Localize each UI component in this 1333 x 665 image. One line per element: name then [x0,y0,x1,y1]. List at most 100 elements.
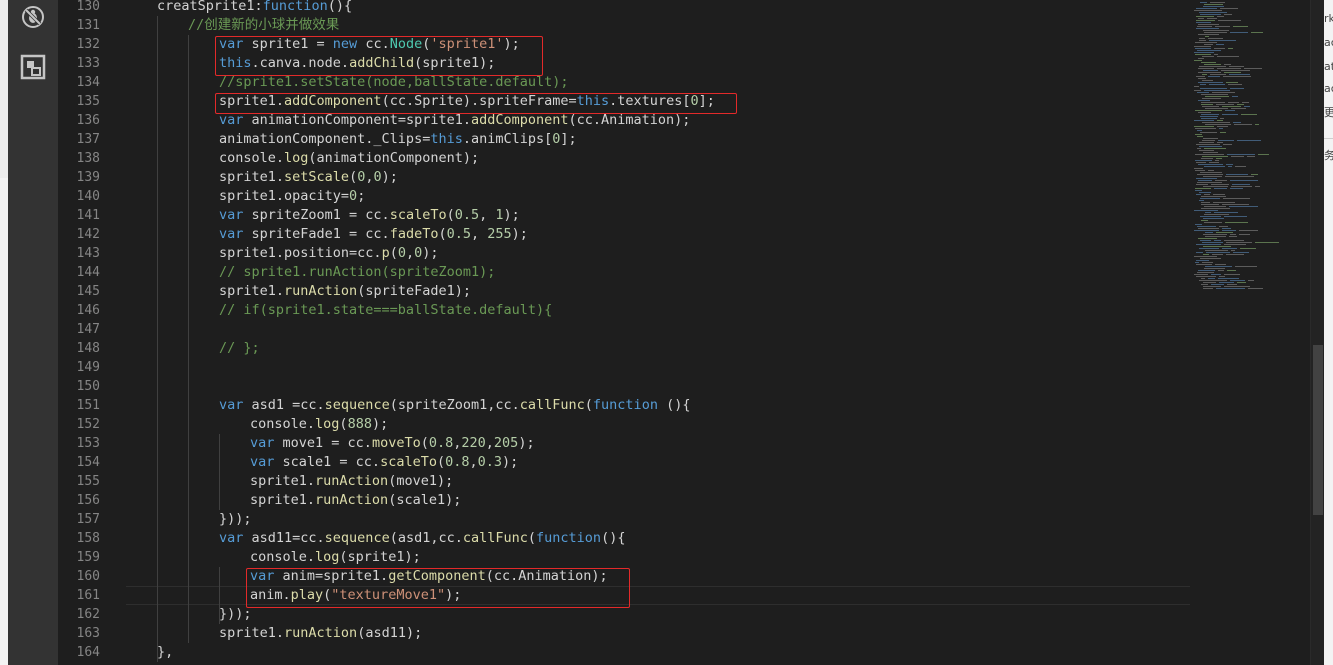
minimap-line [1198,72,1221,73]
minimap-line [1198,100,1210,101]
right-panel-fragment: 更 [1324,106,1333,119]
code-line[interactable]: sprite1.runAction(spriteFade1); [219,282,471,301]
minimap-line [1219,128,1223,129]
code-line[interactable]: sprite1.runAction(move1); [250,472,453,491]
code-line[interactable]: }, [157,643,173,662]
minimap-line [1208,170,1214,171]
minimap-line [1224,14,1232,15]
minimap-line [1194,90,1201,91]
bug-slash-icon[interactable] [20,4,46,30]
code-line[interactable]: })); [219,510,252,529]
code-line[interactable]: // if(sprite1.state===ballState.default)… [219,301,552,320]
minimap-line [1201,204,1219,205]
minimap-line [1204,222,1222,223]
minimap-line [1199,146,1222,147]
minimap-line [1198,82,1223,83]
minimap-line [1200,132,1217,133]
code-line[interactable]: sprite1.opacity=0; [219,187,365,206]
minimap-line [1196,20,1215,21]
minimap-line [1194,256,1217,257]
minimap-line [1203,234,1227,235]
minimap-line [1205,108,1228,109]
minimap-line [1211,284,1224,285]
minimap-line [1215,26,1230,27]
code-line[interactable]: var asd11=cc.sequence(asd1,cc.callFunc(f… [219,529,625,548]
minimap-line [1204,214,1229,215]
indent-guide [188,35,189,643]
minimap-line [1227,284,1237,285]
code-line[interactable]: sprite1.runAction(scale1); [250,491,461,510]
minimap-line [1251,174,1258,175]
line-number: 133 [76,56,100,71]
line-number: 147 [76,322,100,337]
minimap-line [1242,102,1249,103]
line-number: 150 [76,379,100,394]
code-line[interactable]: // }; [219,339,260,358]
minimap-line [1202,156,1228,157]
scrollbar-thumb[interactable] [1313,345,1323,515]
minimap-line [1233,252,1249,253]
minimap-line [1196,264,1212,265]
minimap-line [1200,198,1220,199]
code-line[interactable]: var asd1 =cc.sequence(spriteZoom1,cc.cal… [219,396,690,415]
line-number: 144 [76,265,100,280]
code-line[interactable]: var spriteFade1 = cc.fadeTo(0.5, 255); [219,225,528,244]
code-line[interactable]: animationComponent._Clips=this.animClips… [219,130,577,149]
line-number: 136 [76,113,100,128]
minimap-line [1194,126,1214,127]
code-line[interactable]: console.log(sprite1); [250,548,421,567]
minimap-line [1227,154,1255,155]
minimap-line [1201,284,1208,285]
minimap-line [1198,180,1212,181]
line-number: 164 [76,645,100,660]
minimap-line [1237,140,1261,141]
line-number: 145 [76,284,100,299]
code-line[interactable]: // sprite1.runAction(spriteZoom1); [219,263,495,282]
minimap-line [1204,268,1225,269]
minimap-line [1197,272,1214,273]
line-number: 156 [76,493,100,508]
code-editor[interactable]: creatSprite1:function(){//创建新的小球并做效果 var … [126,0,1190,665]
minimap-line [1258,154,1269,155]
minimap-line [1230,280,1245,281]
minimap-line [1195,154,1224,155]
minimap-line [1194,86,1199,87]
minimap-line [1225,222,1248,223]
code-line[interactable]: var scale1 = cc.scaleTo(0.8,0.3); [250,453,518,472]
minimap-line [1224,244,1246,245]
minimap-line [1202,106,1219,107]
minimap-line [1199,12,1227,13]
minimap-line [1209,40,1236,41]
minimap-line [1215,180,1227,181]
code-line[interactable]: var spriteZoom1 = cc.scaleTo(0.5, 1); [219,206,520,225]
code-line[interactable]: var move1 = cc.moveTo(0.8,220,205); [250,434,535,453]
code-line[interactable]: console.log(animationComponent); [219,149,479,168]
minimap-line [1201,104,1213,105]
code-line[interactable]: //创建新的小球并做效果 [188,16,339,35]
code-line[interactable]: console.log(888); [250,415,388,434]
minimap-line [1223,76,1251,77]
minimap-line [1218,140,1234,141]
minimap-line [1217,142,1223,143]
minimap-line [1216,288,1245,289]
minimap-line [1195,224,1202,225]
minimap-line [1195,54,1211,55]
minimap-line [1196,252,1203,253]
code-line[interactable]: sprite1.runAction(asd11); [219,624,422,643]
line-number: 135 [76,94,100,109]
minimap-line [1234,124,1252,125]
code-line[interactable]: sprite1.position=cc.p(0,0); [219,244,439,263]
minimap-line [1247,156,1255,157]
minimap-line [1222,114,1238,115]
minimap[interactable] [1190,0,1310,665]
vertical-scrollbar[interactable] [1310,0,1325,665]
minimap-line [1222,248,1237,249]
minimap-line [1230,180,1258,181]
extensions-icon[interactable] [20,54,46,80]
minimap-line [1244,106,1250,107]
minimap-line [1228,48,1233,49]
minimap-line [1202,98,1221,99]
minimap-line [1231,156,1244,157]
code-line[interactable]: sprite1.setScale(0,0); [219,168,398,187]
code-line[interactable]: creatSprite1:function(){ [157,0,352,16]
